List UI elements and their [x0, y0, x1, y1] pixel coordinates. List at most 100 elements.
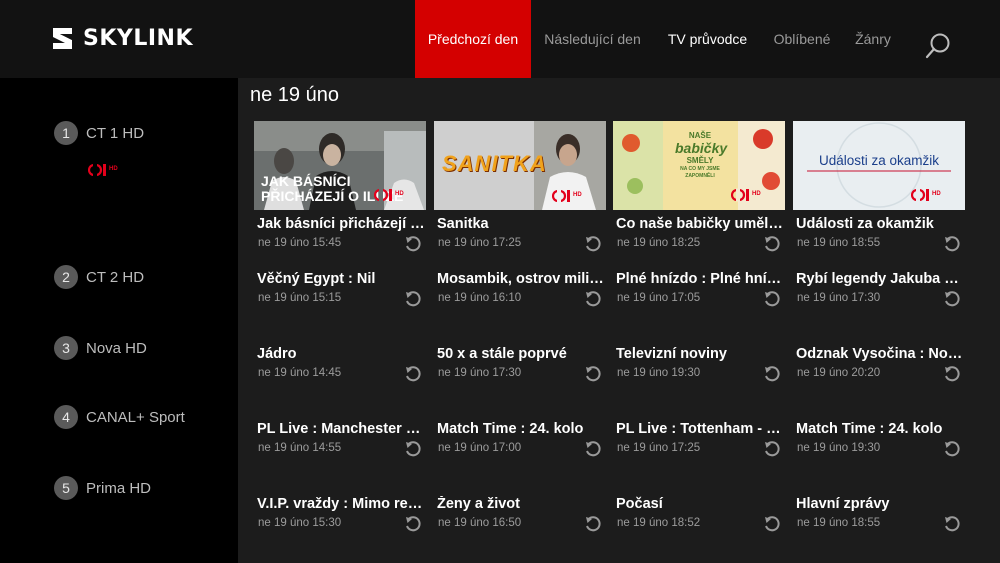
channel-name: Prima HD	[86, 479, 152, 497]
replay-icon[interactable]	[943, 440, 961, 458]
replay-icon[interactable]	[943, 365, 961, 383]
program-title[interactable]: PL Live : Manchester United	[257, 421, 427, 437]
nav-favorites[interactable]: Oblíbené	[761, 0, 843, 78]
replay-icon[interactable]	[404, 290, 422, 308]
svg-text:HD: HD	[109, 166, 118, 172]
replay-icon[interactable]	[404, 440, 422, 458]
program-time: ne 19 úno 18:55	[797, 517, 881, 529]
brand-name: SKYLINK	[83, 26, 193, 51]
channel-item-canal-sport[interactable]: 4 CANAL+ Sport	[54, 405, 185, 429]
channel-item-ct2hd[interactable]: 2 CT 2 HD	[54, 265, 144, 289]
program-title[interactable]: Jádro	[257, 346, 427, 362]
channel-name: CT 2 HD	[86, 268, 145, 286]
program-title[interactable]: Match Time : 24. kolo	[796, 421, 966, 437]
channel-name: Nova HD	[86, 339, 147, 357]
program-title[interactable]: Sanitka	[437, 216, 607, 232]
replay-icon[interactable]	[404, 515, 422, 533]
program-title[interactable]: Hlavní zprávy	[796, 496, 966, 512]
program-title[interactable]: Ženy a život	[437, 496, 607, 512]
search-icon[interactable]	[925, 32, 953, 60]
program-time: ne 19 úno 17:30	[438, 367, 522, 379]
channel-number: 2	[54, 265, 78, 289]
nav-genres[interactable]: Žánry	[843, 0, 903, 78]
channel-number: 1	[54, 121, 78, 145]
program-time: ne 19 úno 19:30	[617, 367, 701, 379]
program-time: ne 19 úno 14:45	[258, 367, 342, 379]
channel-item-novahd[interactable]: 3 Nova HD	[54, 336, 147, 360]
svg-text:HD: HD	[752, 191, 761, 197]
program-time: ne 19 úno 17:25	[617, 442, 701, 454]
program-title[interactable]: Jak básníci přicházejí o iluze	[257, 216, 427, 232]
nav-previous-day[interactable]: Předchozí den	[415, 0, 531, 78]
program-time: ne 19 úno 17:00	[438, 442, 522, 454]
date-heading: ne 19 úno	[250, 84, 339, 106]
program-thumbnail[interactable]: SANITKA HD	[434, 121, 606, 210]
program-time: ne 19 úno 15:45	[258, 237, 342, 249]
program-time: ne 19 úno 15:30	[258, 517, 342, 529]
program-thumbnail[interactable]: NAŠE babičky SMĚLY NA CO MY JSME ZAPOMNĚ…	[613, 121, 785, 210]
program-title[interactable]: Události za okamžik	[796, 216, 966, 232]
ct1hd-logo-icon: HD	[911, 188, 941, 202]
replay-icon[interactable]	[584, 235, 602, 253]
overlay-line: SMĚLY	[686, 156, 714, 165]
svg-text:HD: HD	[395, 191, 404, 197]
channel-sidebar: 1 CT 1 HD HD 2 CT 2 HD 3 Nova HD 4 CANAL…	[0, 78, 238, 563]
skylink-logo[interactable]: SKYLINK	[50, 26, 193, 51]
program-title[interactable]: Match Time : 24. kolo	[437, 421, 607, 437]
program-title[interactable]: Rybí legendy Jakuba Vágnera	[796, 271, 966, 287]
replay-icon[interactable]	[584, 515, 602, 533]
program-thumbnail[interactable]: Události za okamžik HD	[793, 121, 965, 210]
replay-icon[interactable]	[943, 235, 961, 253]
program-time: ne 19 úno 16:10	[438, 292, 522, 304]
nav-next-day[interactable]: Následující den	[531, 0, 654, 78]
program-title[interactable]: Mosambik, ostrov milionů	[437, 271, 607, 287]
replay-icon[interactable]	[763, 515, 781, 533]
thumbnail-overlay-title: NAŠE babičky SMĚLY NA CO MY JSME ZAPOMNĚ…	[675, 131, 728, 180]
channel-number: 5	[54, 476, 78, 500]
replay-icon[interactable]	[763, 440, 781, 458]
thumbnail-overlay-title: Události za okamžik	[818, 153, 940, 168]
replay-icon[interactable]	[404, 365, 422, 383]
program-time: ne 19 úno 17:30	[797, 292, 881, 304]
program-title[interactable]: Počasí	[616, 496, 786, 512]
replay-icon[interactable]	[943, 515, 961, 533]
program-title[interactable]: PL Live : Tottenham - Chelsea	[616, 421, 786, 437]
nav-tv-guide[interactable]: TV průvodce	[654, 0, 761, 78]
channel-name: CANAL+ Sport	[86, 408, 185, 426]
overlay-line: babičky	[675, 140, 728, 156]
replay-icon[interactable]	[763, 290, 781, 308]
program-title[interactable]: 50 x a stále poprvé	[437, 346, 607, 362]
channel-item-primahd[interactable]: 5 Prima HD	[54, 476, 151, 500]
overlay-line: JAK BÁSNÍCI	[261, 173, 351, 189]
top-nav: Předchozí den Následující den TV průvodc…	[415, 0, 903, 78]
program-title[interactable]: V.I.P. vraždy : Mimo rekord	[257, 496, 427, 512]
program-time: ne 19 úno 16:50	[438, 517, 522, 529]
thumbnail-overlay-title: SANITKA	[442, 151, 547, 176]
channel-item-ct1hd[interactable]: 1 CT 1 HD	[54, 121, 144, 145]
channel-number: 3	[54, 336, 78, 360]
replay-icon[interactable]	[584, 290, 602, 308]
replay-icon[interactable]	[763, 365, 781, 383]
program-title[interactable]: Co naše babičky uměly a na co my jsme za…	[616, 216, 786, 232]
replay-icon[interactable]	[584, 440, 602, 458]
replay-icon[interactable]	[584, 365, 602, 383]
program-title[interactable]: Televizní noviny	[616, 346, 786, 362]
svg-text:HD: HD	[573, 192, 582, 198]
program-title[interactable]: Plné hnízdo : Plné hnízdo	[616, 271, 786, 287]
replay-icon[interactable]	[943, 290, 961, 308]
program-title[interactable]: Odznak Vysočina : Nová mise	[796, 346, 966, 362]
program-time: ne 19 úno 14:55	[258, 442, 342, 454]
program-title[interactable]: Věčný Egypt : Nil	[257, 271, 427, 287]
program-time: ne 19 úno 18:52	[617, 517, 701, 529]
replay-icon[interactable]	[404, 235, 422, 253]
ct1hd-logo-icon: HD	[374, 188, 404, 202]
program-time: ne 19 úno 18:25	[617, 237, 701, 249]
overlay-line: NA CO MY JSME ZAPOMNĚLI	[680, 166, 720, 179]
ct1hd-logo-icon: HD	[731, 188, 761, 202]
program-time: ne 19 úno 15:15	[258, 292, 342, 304]
program-thumbnail[interactable]: JAK BÁSNÍCI PŘICHÁZEJÍ O ILUZE HD	[254, 121, 426, 210]
channel-number: 4	[54, 405, 78, 429]
replay-icon[interactable]	[763, 235, 781, 253]
program-time: ne 19 úno 19:30	[797, 442, 881, 454]
svg-text:HD: HD	[932, 191, 941, 197]
